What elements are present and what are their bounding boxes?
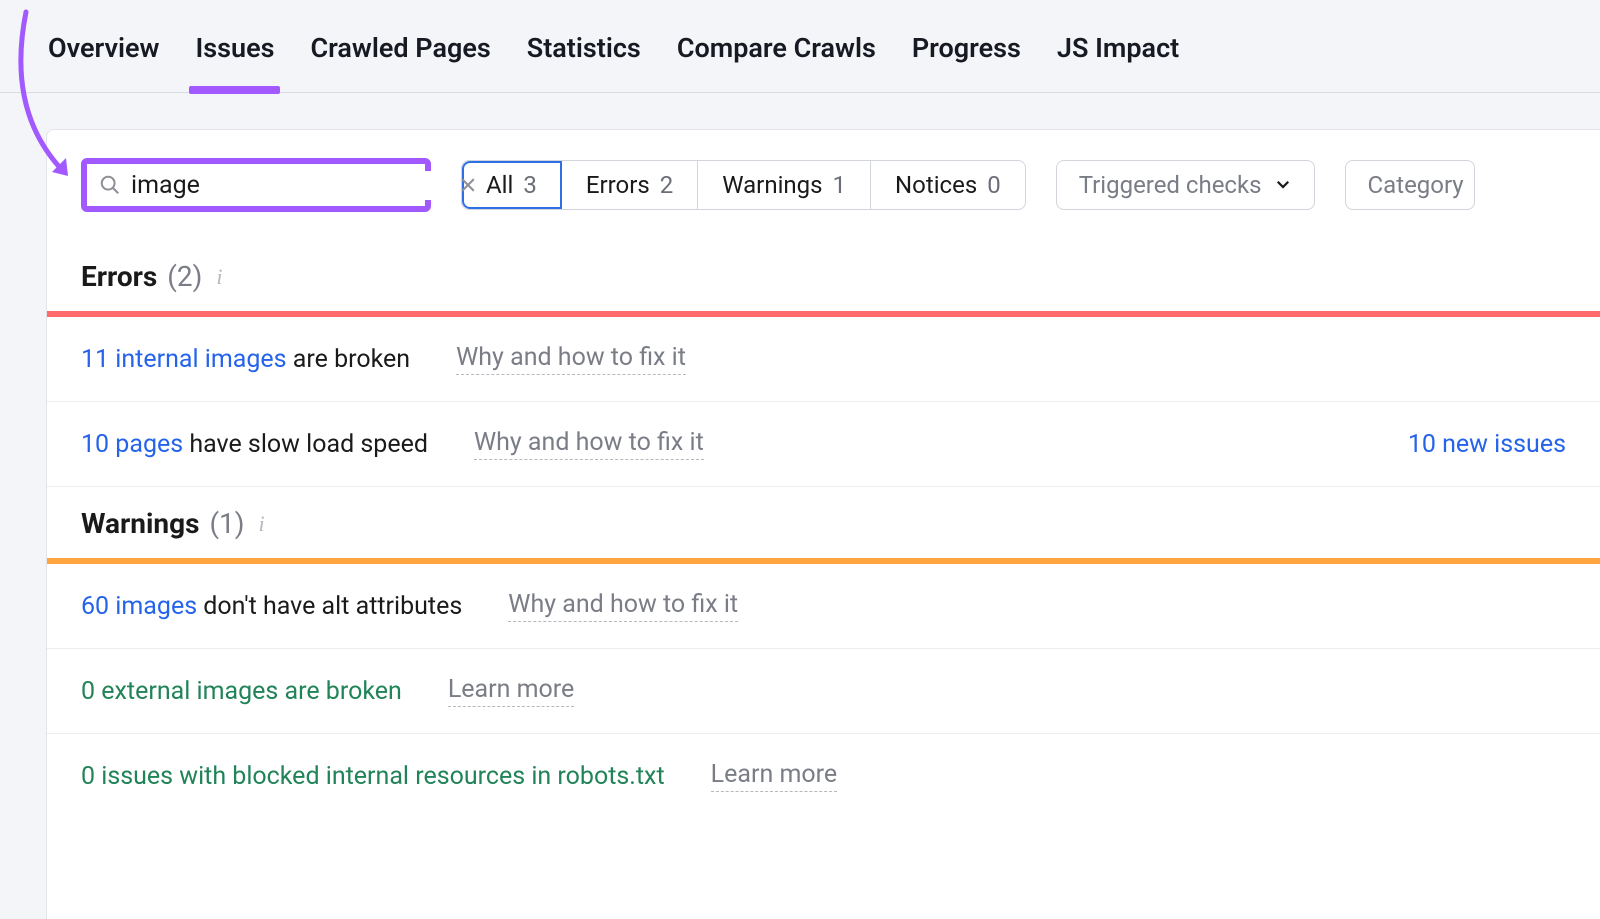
filter-warnings[interactable]: Warnings 1 [698, 161, 871, 209]
info-icon[interactable]: i [216, 264, 222, 290]
clear-search-icon[interactable] [458, 175, 478, 195]
issue-text: 11 internal images are broken [81, 345, 410, 374]
category-dropdown[interactable]: Category [1345, 160, 1475, 210]
issue-text: 60 images don't have alt attributes [81, 592, 462, 621]
controls-row: All 3 Errors 2 Warnings 1 Notices 0 Trig… [47, 130, 1600, 240]
issue-row[interactable]: 0 external images are broken Learn more [47, 649, 1600, 734]
help-link[interactable]: Why and how to fix it [474, 428, 704, 460]
filter-count: 2 [660, 171, 674, 199]
chevron-down-icon [1274, 171, 1292, 199]
filter-count: 0 [987, 171, 1001, 199]
new-issues-link[interactable]: 10 new issues [1408, 430, 1566, 459]
tab-js-impact[interactable]: JS Impact [1057, 32, 1179, 70]
search-icon [99, 174, 121, 196]
filter-label: Errors [586, 171, 650, 199]
tab-progress[interactable]: Progress [912, 32, 1021, 70]
dropdown-label: Category [1368, 171, 1464, 199]
search-input-wrap[interactable] [81, 158, 431, 212]
help-link[interactable]: Why and how to fix it [508, 590, 738, 622]
triggered-checks-dropdown[interactable]: Triggered checks [1056, 160, 1315, 210]
filter-errors[interactable]: Errors 2 [562, 161, 698, 209]
search-input[interactable] [131, 171, 448, 200]
filter-label: All [486, 171, 513, 199]
dropdown-label: Triggered checks [1079, 171, 1262, 199]
section-title: Errors [81, 260, 157, 293]
issue-link[interactable]: 0 issues with blocked internal resources… [81, 762, 665, 791]
issue-link[interactable]: 60 images [81, 592, 197, 621]
issues-panel: All 3 Errors 2 Warnings 1 Notices 0 Trig… [46, 129, 1600, 919]
main-tabs: Overview Issues Crawled Pages Statistics… [0, 0, 1600, 93]
tab-compare-crawls[interactable]: Compare Crawls [677, 32, 876, 70]
issue-link[interactable]: 11 internal images [81, 345, 287, 374]
help-link[interactable]: Learn more [448, 675, 574, 707]
filter-notices[interactable]: Notices 0 [871, 161, 1025, 209]
filter-label: Notices [895, 171, 977, 199]
issue-text: 10 pages have slow load speed [81, 430, 428, 459]
tab-statistics[interactable]: Statistics [527, 32, 641, 70]
section-count: (2) [167, 260, 202, 293]
errors-header: Errors (2) i [47, 240, 1600, 311]
severity-filter: All 3 Errors 2 Warnings 1 Notices 0 [461, 160, 1026, 210]
filter-count: 3 [523, 171, 537, 199]
help-link[interactable]: Learn more [711, 760, 837, 792]
filter-label: Warnings [722, 171, 822, 199]
tab-crawled-pages[interactable]: Crawled Pages [310, 32, 490, 70]
tab-issues[interactable]: Issues [195, 32, 274, 70]
issue-row[interactable]: 0 issues with blocked internal resources… [47, 734, 1600, 818]
tab-overview[interactable]: Overview [48, 32, 159, 70]
info-icon[interactable]: i [259, 511, 265, 537]
section-count: (1) [209, 507, 244, 540]
help-link[interactable]: Why and how to fix it [456, 343, 686, 375]
issue-row[interactable]: 10 pages have slow load speed Why and ho… [47, 402, 1600, 487]
filter-count: 1 [833, 171, 847, 199]
issue-text: 0 issues with blocked internal resources… [81, 762, 665, 791]
issue-link[interactable]: 10 pages [81, 430, 183, 459]
issue-text: 0 external images are broken [81, 677, 402, 706]
section-title: Warnings [81, 507, 199, 540]
warnings-header: Warnings (1) i [47, 487, 1600, 558]
issue-row[interactable]: 60 images don't have alt attributes Why … [47, 564, 1600, 649]
issue-row[interactable]: 11 internal images are broken Why and ho… [47, 317, 1600, 402]
issue-link[interactable]: 0 external images are broken [81, 677, 402, 706]
